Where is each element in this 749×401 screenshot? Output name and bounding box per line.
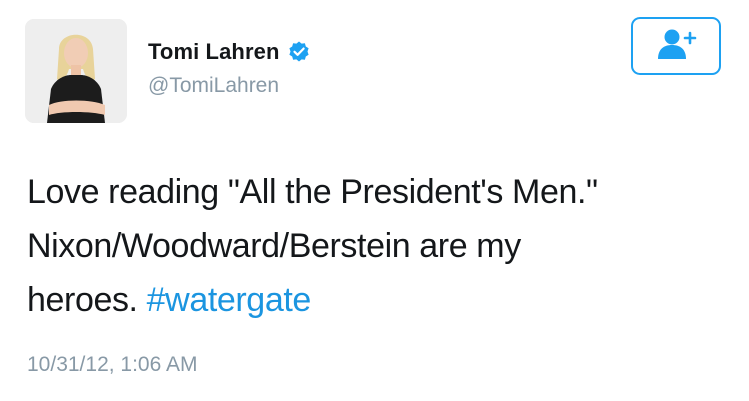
user-name-row: Tomi Lahren (148, 39, 311, 65)
profile-photo-icon (25, 19, 127, 123)
verified-badge-icon (287, 40, 311, 64)
follow-button[interactable] (631, 17, 721, 75)
user-handle[interactable]: @TomiLahren (148, 74, 279, 98)
tweet-text-line: Nixon/Woodward/Berstein are my (27, 227, 521, 265)
hashtag-link[interactable]: #watergate (147, 281, 312, 319)
tweet-card: Tomi Lahren @TomiLahren Love reading "Al… (0, 0, 749, 401)
tweet-text: Love reading "All the President's Men." … (27, 165, 727, 327)
tweet-timestamp[interactable]: 10/31/12, 1:06 AM (27, 353, 197, 377)
display-name[interactable]: Tomi Lahren (148, 39, 279, 65)
tweet-text-line: Love reading "All the President's Men." (27, 173, 598, 211)
tweet-text-fragment: heroes. (27, 281, 147, 319)
follow-user-plus-icon (654, 27, 698, 66)
tweet-text-line: heroes. #watergate (27, 273, 727, 327)
avatar[interactable] (25, 19, 127, 123)
